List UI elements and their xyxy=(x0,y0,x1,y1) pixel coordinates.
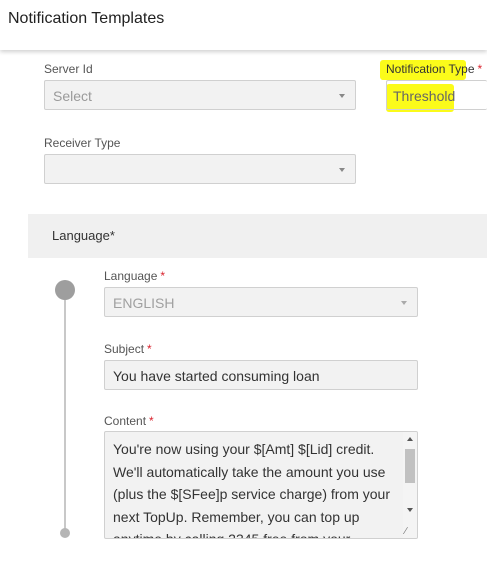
required-mark: * xyxy=(147,342,152,356)
notification-type-label: Notification Type * xyxy=(386,62,482,76)
content-textarea[interactable]: You're now using your $[Amt] $[Lid] cred… xyxy=(104,431,418,539)
language-section-header[interactable]: Language* xyxy=(28,214,487,258)
server-id-label: Server Id xyxy=(44,62,93,76)
receiver-type-label: Receiver Type xyxy=(44,136,120,150)
chevron-down-icon xyxy=(401,301,407,305)
scrollbar[interactable]: ∕ xyxy=(403,432,417,538)
language-section-title: Language* xyxy=(52,228,115,243)
page-header: Notification Templates xyxy=(0,0,487,50)
receiver-type-label-text: Receiver Type xyxy=(44,136,121,150)
page-title: Notification Templates xyxy=(8,10,165,27)
content-text: You're now using your $[Amt] $[Lid] cred… xyxy=(113,441,391,539)
subject-input[interactable]: You have started consuming loan xyxy=(104,360,418,390)
language-label: Language * xyxy=(104,269,165,283)
server-id-select[interactable]: Select xyxy=(44,80,356,110)
content-label: Content * xyxy=(104,414,154,428)
language-select[interactable]: ENGLISH xyxy=(104,287,418,317)
chevron-down-icon xyxy=(339,94,345,98)
notification-type-label-text: Notification Type xyxy=(386,62,475,76)
notification-type-field[interactable]: Threshold xyxy=(386,80,487,110)
chevron-down-icon xyxy=(339,168,345,172)
scroll-up-icon[interactable] xyxy=(407,437,413,441)
scrollbar-thumb[interactable] xyxy=(405,449,415,483)
subject-label: Subject * xyxy=(104,342,152,356)
required-mark: * xyxy=(160,269,166,283)
language-value: ENGLISH xyxy=(113,295,175,311)
required-mark: * xyxy=(149,414,154,428)
notification-type-value: Threshold xyxy=(393,88,456,104)
timeline-step-dot xyxy=(55,280,75,300)
timeline-line xyxy=(64,296,66,530)
resize-grip-icon[interactable]: ∕ xyxy=(405,527,407,537)
content-label-text: Content xyxy=(104,414,147,428)
server-id-value: Select xyxy=(53,88,92,104)
receiver-type-select[interactable] xyxy=(44,154,356,184)
required-mark: * xyxy=(477,62,483,76)
language-label-text: Language xyxy=(104,269,158,283)
server-id-label-text: Server Id xyxy=(44,62,93,76)
timeline-end-dot xyxy=(60,528,70,538)
scroll-down-icon[interactable] xyxy=(407,508,413,512)
subject-label-text: Subject xyxy=(104,342,145,356)
subject-value: You have started consuming loan xyxy=(113,368,320,384)
